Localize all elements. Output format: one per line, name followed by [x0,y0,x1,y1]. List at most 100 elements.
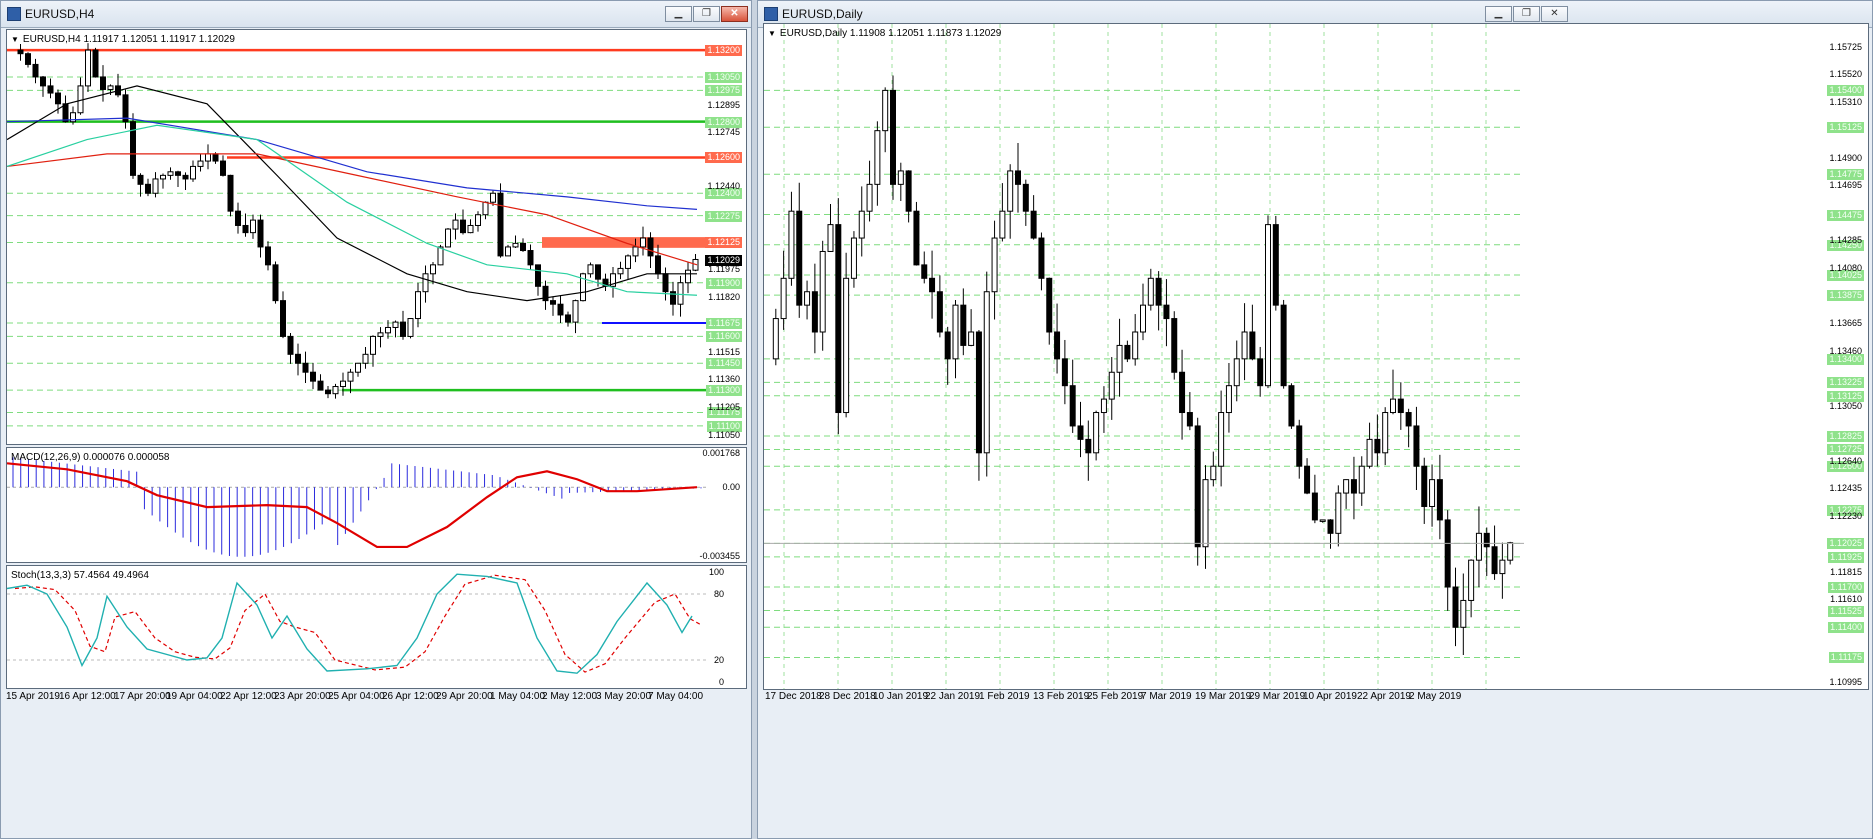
h4-bear-candle [235,210,241,226]
daily-chart-window[interactable]: EURUSD,Daily ▁ ❐ ✕ ▼ EURUSD,Daily 1.11908… [757,0,1873,839]
daily-time-label: 7 Mar 2019 [1141,691,1192,702]
daily-price-pane[interactable]: ▼ EURUSD,Daily 1.11908 1.12051 1.11873 1.… [763,23,1869,690]
daily-bull-candle [991,237,998,293]
daily-bear-candle [944,331,951,360]
daily-bull-candle [999,210,1006,239]
h4-axis-price: 1.11205 [708,402,740,413]
macd-info: MACD(12,26,9) 0.000076 0.000058 [11,452,170,463]
daily-bear-candle [1179,371,1186,414]
stochastic-pane[interactable]: Stoch(13,3,3) 57.4564 49.4964 100 80 20 0 [6,565,747,689]
daily-bear-candle [1413,425,1420,467]
daily-time-label: 13 Feb 2019 [1033,691,1090,702]
daily-bull-candle [1147,277,1154,306]
minimize-button[interactable]: ▁ [1485,6,1512,22]
close-button[interactable]: ✕ [1541,6,1568,22]
h4-bull-candle [197,160,204,167]
h4-time-label: 26 Apr 12:00 [382,691,439,702]
h4-bull-candle [505,246,511,257]
h4-ohlc-info: ▼ EURUSD,H4 1.11917 1.12051 1.11917 1.120… [11,34,235,45]
h4-bear-candle [220,160,226,176]
daily-time-label: 10 Apr 2019 [1303,691,1357,702]
daily-bull-candle [874,130,881,185]
macd-pane[interactable]: MACD(12,26,9) 0.000076 0.000058 0.001768… [6,447,747,563]
h4-level-tag: 1.12975 [705,85,742,97]
h4-bull-candle [160,174,166,180]
minimize-button[interactable]: ▁ [665,6,692,22]
daily-bull-candle [827,224,834,252]
h4-bear-candle [497,192,504,257]
daily-bull-candle [850,237,857,279]
daily-level-tag: 1.15125 [1827,122,1864,134]
h4-level-tag: 1.12275 [705,210,742,222]
h4-bear-candle [227,174,234,212]
h4-bear-candle [32,63,39,78]
ma-red-line [7,153,698,266]
daily-axis-price: 1.14285 [1829,235,1862,246]
h4-bear-candle [137,174,144,185]
stoch-axis-value: 100 [708,567,724,577]
h4-bear-candle [100,76,106,90]
h4-bull-candle [475,214,481,226]
restore-button[interactable]: ❐ [1513,6,1540,22]
daily-bull-candle [1100,398,1107,414]
h4-bear-candle [92,49,99,78]
h4-bull-candle [512,242,519,248]
daily-bull-candle [1202,479,1209,548]
dropdown-triangle-icon[interactable]: ▼ [11,35,19,44]
daily-time-label: 22 Jan 2019 [925,691,981,702]
daily-bull-candle [1210,465,1217,481]
h4-window-title: EURUSD,H4 [25,7,95,21]
daily-bear-candle [1171,318,1178,373]
h4-level-tag: 1.11675 [706,318,742,329]
daily-time-label: 17 Dec 2018 [765,691,822,702]
restore-button[interactable]: ❐ [693,6,720,22]
h4-price-pane[interactable]: ▼ EURUSD,H4 1.11917 1.12051 1.11917 1.120… [6,29,747,445]
daily-bear-candle [1061,358,1068,387]
daily-bear-candle [1327,519,1334,534]
daily-bear-candle [1311,492,1318,521]
daily-bull-candle [1366,438,1373,467]
daily-bull-candle [882,89,889,132]
h4-bear-candle [25,53,31,65]
daily-axis-price: 1.13460 [1829,345,1862,356]
h4-bear-candle [212,153,219,162]
daily-bull-candle [1265,224,1271,387]
h4-axis-price: 1.12895 [707,99,740,110]
h4-level-tag: 1.11900 [706,277,742,289]
h4-bear-candle [242,224,249,234]
h4-bear-candle [287,335,294,355]
h4-bull-candle [250,219,256,234]
chart-window-icon [7,7,21,21]
h4-chart-window[interactable]: EURUSD,H4 ▁ ❐ ✕ ▼ EURUSD,H4 1.11917 1.120… [0,0,752,839]
h4-bull-candle [190,165,196,180]
daily-axis-price: 1.15520 [1829,69,1862,80]
h4-time-label: 17 Apr 20:00 [114,691,171,702]
daily-level-tag: 1.12725 [1827,444,1864,456]
daily-level-tag: 1.11925 [1828,551,1864,563]
daily-level-tag: 1.11175 [1828,652,1864,664]
daily-bull-candle [772,318,779,360]
h4-bear-candle [55,92,61,105]
daily-bear-candle [975,331,982,454]
h4-time-label: 25 Apr 04:00 [328,691,385,702]
h4-bull-candle [407,318,414,337]
h4-bull-candle [467,224,474,234]
daily-axis-price: 1.14900 [1829,152,1862,163]
daily-bull-candle [983,291,990,454]
daily-bull-candle [1225,385,1232,414]
daily-bull-candle [1319,519,1326,522]
h4-time-label: 1 May 04:00 [490,691,546,702]
h4-time-label: 3 May 20:00 [596,691,652,702]
h4-titlebar[interactable]: EURUSD,H4 ▁ ❐ ✕ [1,1,751,28]
daily-bear-candle [811,291,818,333]
h4-bear-candle [317,380,324,391]
daily-bear-candle [1163,304,1170,320]
daily-bear-candle [905,170,912,212]
close-button[interactable]: ✕ [721,6,748,22]
dropdown-triangle-icon[interactable]: ▼ [768,29,776,38]
daily-bear-candle [1436,479,1443,521]
daily-bear-candle [1491,546,1498,575]
h4-axis-price: 1.12440 [707,181,740,192]
h4-bull-candle [370,335,376,355]
daily-ohlc-text: EURUSD,Daily 1.11908 1.12051 1.11873 1.1… [779,28,1002,39]
